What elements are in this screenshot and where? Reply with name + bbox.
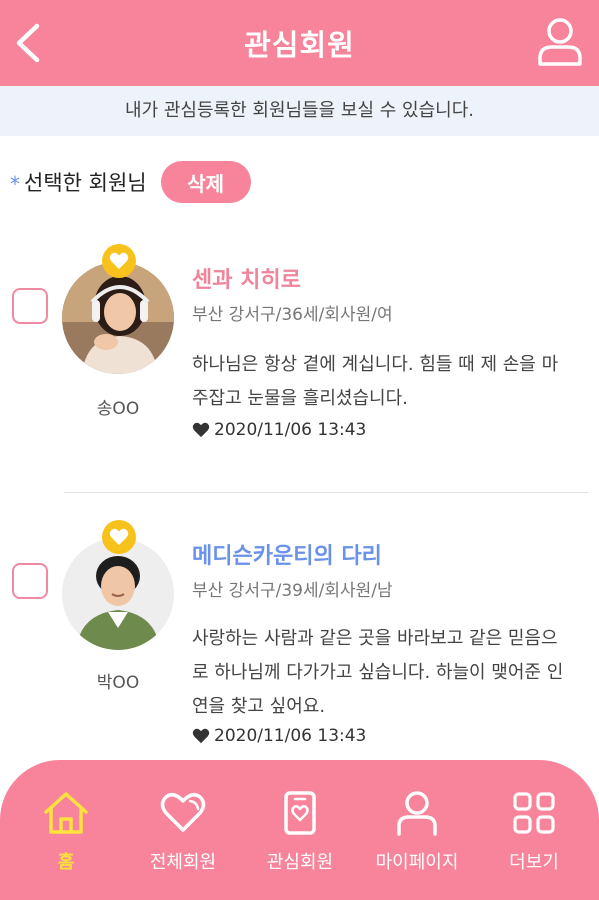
user-icon <box>538 18 582 66</box>
tab-my-page[interactable]: 마이페이지 <box>357 788 477 880</box>
divider <box>64 492 588 493</box>
heart-icon <box>160 793 206 832</box>
heart-icon <box>192 728 210 744</box>
member-meta: 부산 강서구/39세/회사원/남 <box>192 581 393 601</box>
member-name[interactable]: 센과 치히로 <box>192 262 301 294</box>
favorite-badge <box>102 244 136 278</box>
bottom-tab-bar: 홈 전체회원 관심회원 마이페이지 더보기 <box>0 760 599 900</box>
member-bio: 사랑하는 사람과 같은 곳을 바라보고 같은 믿음으로 하나님께 다가가고 싶습… <box>192 628 564 717</box>
heart-icon <box>109 252 129 269</box>
member-bio: 하나님은 항상 곁에 계십니다. 힘들 때 제 손을 마주잡고 눈물을 흘리셨습… <box>192 354 559 409</box>
tab-all-members-label: 전체회원 <box>149 852 217 873</box>
favorite-card-icon <box>284 791 316 835</box>
tab-home[interactable]: 홈 <box>6 788 126 880</box>
member-nickname: 박OO <box>96 673 140 693</box>
user-icon <box>397 791 437 836</box>
tab-home-label: 홈 <box>57 852 75 873</box>
member-date-text: 2020/11/06 13:43 <box>214 726 367 746</box>
favorite-badge <box>102 520 136 554</box>
grid-icon <box>513 792 555 834</box>
heart-icon <box>109 528 129 545</box>
selection-row: * 선택한 회원님 삭제 <box>10 160 251 204</box>
avatar[interactable] <box>62 262 174 374</box>
tab-favorite-members[interactable]: 관심회원 <box>240 788 360 880</box>
member-avatar-wrap <box>62 520 174 650</box>
tab-more[interactable]: 더보기 <box>474 788 594 880</box>
selected-members-label: 선택한 회원님 <box>24 171 147 195</box>
home-icon <box>44 792 88 834</box>
member-meta: 부산 강서구/36세/회사원/여 <box>192 305 393 325</box>
tab-all-members[interactable]: 전체회원 <box>123 788 243 880</box>
info-banner: 내가 관심등록한 회원님들을 보실 수 있습니다. <box>0 86 599 136</box>
member-date: 2020/11/06 13:43 <box>192 420 366 440</box>
tab-more-label: 더보기 <box>509 852 559 873</box>
member-name[interactable]: 메디슨카운티의 다리 <box>192 538 382 570</box>
member-avatar-wrap <box>62 244 174 374</box>
member-checkbox[interactable] <box>12 288 48 324</box>
tab-my-page-label: 마이페이지 <box>375 852 459 873</box>
page-title: 관심회원 <box>244 28 355 62</box>
required-star: * <box>10 172 20 196</box>
app-header: 관심회원 <box>0 0 599 86</box>
tab-favorite-members-label: 관심회원 <box>266 852 334 873</box>
heart-icon <box>192 422 210 438</box>
member-date-text: 2020/11/06 13:43 <box>214 420 367 440</box>
member-nickname: 송OO <box>96 399 140 419</box>
delete-button[interactable]: 삭제 <box>160 161 251 203</box>
member-checkbox[interactable] <box>12 563 48 599</box>
avatar[interactable] <box>62 538 174 650</box>
profile-button[interactable] <box>535 16 585 68</box>
member-date: 2020/11/06 13:43 <box>192 726 366 746</box>
